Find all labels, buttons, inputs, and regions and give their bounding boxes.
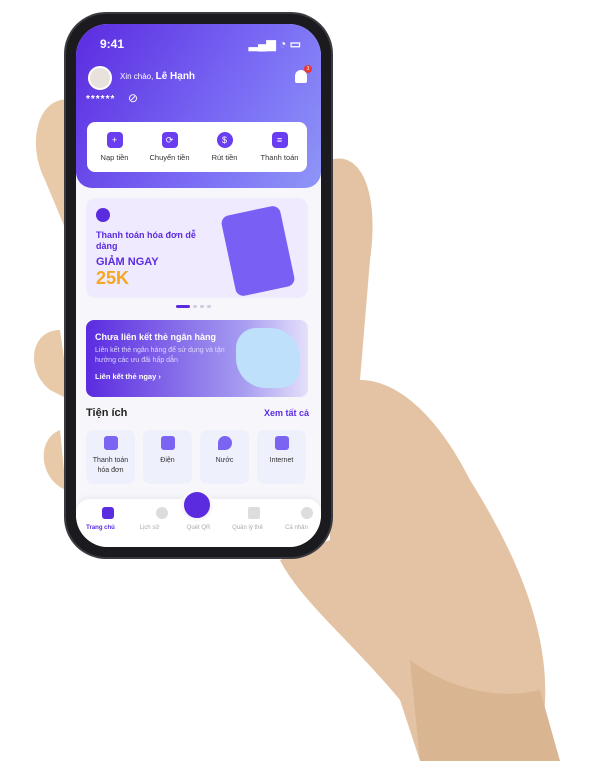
- utility-internet[interactable]: Internet: [257, 430, 306, 484]
- status-bar: 9:41 ▂▄▆ ◔ ▭: [100, 37, 301, 51]
- wallet-plus-icon: +: [106, 132, 123, 148]
- withdraw-icon: $: [216, 132, 233, 148]
- label: Cá nhân: [285, 525, 308, 531]
- phone-payment-illustration: [220, 204, 296, 298]
- wifi-icon: [274, 436, 289, 450]
- signal-wifi-battery-icon: ▂▄▆ ◔ ▭: [248, 37, 301, 51]
- label: Thanh toán hóa đơn: [92, 457, 129, 474]
- carousel-dots[interactable]: [176, 305, 211, 308]
- promo-title: Thanh toán hóa đơn dễ dàng: [96, 230, 196, 251]
- quick-action-chuyen-tien[interactable]: ⟳ Chuyển tiền: [142, 132, 197, 162]
- utility-bill-payment[interactable]: Thanh toán hóa đơn: [86, 430, 135, 484]
- label: Trang chủ: [86, 525, 115, 531]
- utility-water[interactable]: Nước: [200, 430, 249, 484]
- header: 9:41 ▂▄▆ ◔ ▭ Xin chào, Lê Hạnh ****** ⊘ 3…: [76, 24, 321, 188]
- label: Internet: [269, 457, 294, 464]
- notification-badge: 3: [304, 65, 312, 73]
- link-card-title: Chưa liên kết thẻ ngân hàng: [95, 332, 217, 342]
- utilities-title: Tiện ích: [86, 407, 128, 419]
- quick-action-thanh-toan[interactable]: ≡ Thanh toán: [252, 132, 307, 162]
- transfer-icon: ⟳: [161, 132, 178, 148]
- bill-icon: [103, 436, 118, 450]
- brand-logo-icon: [96, 208, 110, 222]
- app-screen: 9:41 ▂▄▆ ◔ ▭ Xin chào, Lê Hạnh ****** ⊘ 3…: [76, 24, 321, 547]
- nav-history[interactable]: Lịch sử: [127, 507, 172, 547]
- promo-discount-value: 25K: [96, 268, 130, 288]
- nav-home[interactable]: Trang chủ: [78, 507, 123, 547]
- scan-icon: ≡: [271, 132, 288, 148]
- card-icon: [248, 507, 261, 519]
- user-icon: [301, 507, 314, 519]
- nav-card-management[interactable]: Quản lý thẻ: [225, 507, 270, 547]
- nav-scan-qr[interactable]: Quét QR: [176, 525, 221, 547]
- link-bank-card[interactable]: Chưa liên kết thẻ ngân hàng Liên kết thẻ…: [86, 320, 308, 397]
- eye-off-icon[interactable]: ⊘: [128, 91, 138, 105]
- water-drop-icon: [217, 436, 232, 450]
- link-card-description: Liên kết thẻ ngân hàng để sử dụng và tận…: [95, 347, 225, 364]
- greeting-text: Xin chào,: [120, 72, 154, 81]
- phone-frame: 9:41 ▂▄▆ ◔ ▭ Xin chào, Lê Hạnh ****** ⊘ 3…: [66, 14, 331, 557]
- quick-action-nap-tien[interactable]: + Nạp tiền: [87, 132, 142, 162]
- label: Lịch sử: [139, 525, 160, 531]
- nav-profile[interactable]: Cá nhân: [274, 507, 319, 547]
- cta-text: Liên kết thẻ ngay: [95, 372, 157, 381]
- utilities-grid: Thanh toán hóa đơn Điện Nước Internet: [86, 430, 306, 484]
- clock: 9:41: [100, 37, 125, 51]
- quick-actions: + Nạp tiền ⟳ Chuyển tiền $ Rút tiền ≡ Thanh …: [87, 122, 307, 172]
- promo-banner[interactable]: Thanh toán hóa đơn dễ dàng GIẢM NGAY 25K: [86, 198, 308, 298]
- avatar[interactable]: [88, 66, 112, 90]
- utility-electricity[interactable]: Điện: [143, 430, 192, 484]
- balance: ******: [86, 94, 116, 105]
- label: Quản lý thẻ: [232, 525, 263, 531]
- label: Điện: [160, 457, 175, 464]
- scan-qr-button[interactable]: [181, 489, 213, 521]
- link-card-cta[interactable]: Liên kết thẻ ngay ›: [95, 372, 161, 381]
- promo-discount-label: GIẢM NGAY: [96, 256, 159, 268]
- lightning-icon: [160, 436, 175, 450]
- label: Quét QR: [186, 525, 211, 531]
- clock-icon: [155, 507, 168, 519]
- bell-icon[interactable]: 3: [295, 65, 312, 83]
- quick-action-rut-tien[interactable]: $ Rút tiền: [197, 132, 252, 162]
- greeting: Xin chào, Lê Hạnh: [120, 71, 195, 82]
- card-exchange-illustration: [236, 328, 300, 388]
- user-name: Lê Hạnh: [155, 71, 196, 82]
- label: Thanh toán: [260, 153, 299, 162]
- home-logo-icon: [102, 507, 115, 519]
- label: Nước: [215, 457, 234, 464]
- label: Rút tiền: [211, 153, 238, 162]
- label: Nạp tiền: [100, 153, 129, 162]
- see-all-link[interactable]: Xem tất cả: [264, 408, 309, 418]
- label: Chuyển tiền: [149, 153, 190, 162]
